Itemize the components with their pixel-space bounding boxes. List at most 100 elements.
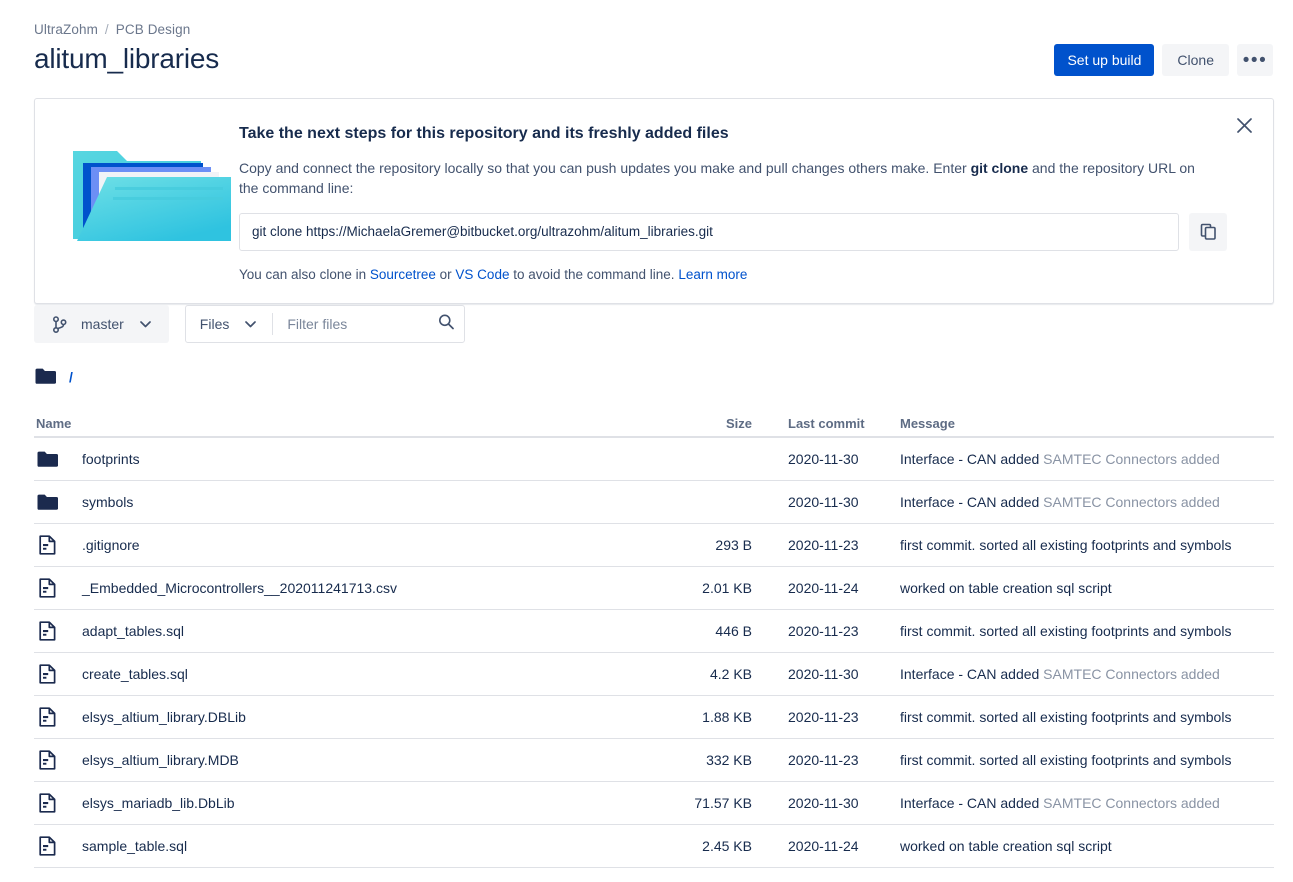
- files-view-label: Files: [200, 316, 230, 332]
- learn-more-link[interactable]: Learn more: [678, 267, 747, 282]
- commit-message-main[interactable]: Interface - CAN added: [900, 795, 1039, 811]
- vscode-link[interactable]: VS Code: [455, 267, 509, 282]
- path-root-separator[interactable]: /: [69, 369, 73, 385]
- banner-footer-before: You can also clone in: [239, 267, 370, 282]
- copy-icon[interactable]: [1189, 213, 1227, 251]
- cell-last-commit: 2020-11-24: [752, 838, 880, 854]
- file-icon: [36, 793, 58, 813]
- cell-name: .gitignore: [34, 535, 694, 555]
- breadcrumb-path: /: [34, 368, 73, 385]
- source-toolbar: master Files: [34, 305, 465, 343]
- cell-message: worked on table creation sql script: [880, 580, 1274, 596]
- cell-last-commit: 2020-11-30: [752, 666, 880, 682]
- file-icon: [36, 664, 58, 684]
- sourcetree-link[interactable]: Sourcetree: [370, 267, 436, 282]
- cell-size: 446 B: [694, 623, 752, 639]
- cell-last-commit: 2020-11-24: [752, 580, 880, 596]
- table-row[interactable]: create_tables.sql4.2 KB2020-11-30Interfa…: [34, 653, 1274, 696]
- commit-message-main[interactable]: first commit. sorted all existing footpr…: [900, 623, 1231, 639]
- file-icon: [36, 750, 58, 770]
- file-name-link[interactable]: elsys_mariadb_lib.DbLib: [82, 795, 235, 811]
- file-name-link[interactable]: create_tables.sql: [82, 666, 188, 682]
- banner-description: Copy and connect the repository locally …: [239, 158, 1214, 199]
- breadcrumb: UltraZohm / PCB Design: [34, 22, 190, 37]
- file-name-link[interactable]: footprints: [82, 451, 140, 467]
- commit-message-main[interactable]: first commit. sorted all existing footpr…: [900, 752, 1231, 768]
- banner-title: Take the next steps for this repository …: [239, 125, 1227, 143]
- clone-button[interactable]: Clone: [1162, 44, 1229, 76]
- cell-last-commit: 2020-11-30: [752, 494, 880, 510]
- files-view-dropdown[interactable]: Files: [186, 306, 273, 342]
- cell-last-commit: 2020-11-30: [752, 451, 880, 467]
- file-icon: [36, 836, 58, 856]
- cell-last-commit: 2020-11-30: [752, 795, 880, 811]
- cell-name: sample_table.sql: [34, 836, 694, 856]
- clone-command-input[interactable]: [239, 213, 1179, 251]
- breadcrumb-project[interactable]: PCB Design: [116, 22, 191, 37]
- chevron-down-icon: [135, 321, 157, 328]
- banner-footer-mid: or: [436, 267, 456, 282]
- cell-name: create_tables.sql: [34, 664, 694, 684]
- file-icon: [36, 707, 58, 727]
- cell-name: _Embedded_Microcontrollers__202011241713…: [34, 578, 694, 598]
- commit-message-main[interactable]: Interface - CAN added: [900, 451, 1039, 467]
- files-filter-group: Files: [185, 305, 465, 343]
- file-name-link[interactable]: elsys_altium_library.MDB: [82, 752, 239, 768]
- folder-icon: [36, 494, 58, 511]
- filter-files-input[interactable]: [273, 306, 463, 342]
- table-row[interactable]: symbols 2020-11-30 Interface - CAN added S…: [34, 481, 1274, 524]
- commit-message-main[interactable]: first commit. sorted all existing footpr…: [900, 709, 1231, 725]
- file-name-link[interactable]: .gitignore: [82, 537, 140, 553]
- cell-name: adapt_tables.sql: [34, 621, 694, 641]
- cell-size: 293 B: [694, 537, 752, 553]
- cell-size: 1.88 KB: [694, 709, 752, 725]
- file-name-link[interactable]: adapt_tables.sql: [82, 623, 184, 639]
- file-table: Name Size Last commit Message footprints…: [34, 410, 1274, 868]
- banner-footer: You can also clone in Sourcetree or VS C…: [239, 267, 1227, 282]
- file-name-link[interactable]: symbols: [82, 494, 133, 510]
- chevron-down-icon: [239, 321, 261, 328]
- cell-message: Interface - CAN added SAMTEC Connectors …: [880, 451, 1274, 467]
- table-row[interactable]: elsys_altium_library.MDB332 KB2020-11-23…: [34, 739, 1274, 782]
- table-row[interactable]: adapt_tables.sql 446 B2020-11-23 first com…: [34, 610, 1274, 653]
- branch-selector[interactable]: master: [34, 305, 169, 343]
- more-actions-button[interactable]: •••: [1237, 44, 1273, 76]
- table-row[interactable]: .gitignore 293 B2020-11-23 first commit. s…: [34, 524, 1274, 567]
- commit-message-main[interactable]: worked on table creation sql script: [900, 838, 1112, 854]
- search-icon[interactable]: [438, 314, 454, 335]
- commit-message-sub: SAMTEC Connectors added: [1039, 494, 1220, 510]
- banner-body: Take the next steps for this repository …: [239, 125, 1227, 282]
- cell-size: 2.01 KB: [694, 580, 752, 596]
- column-header-size: Size: [694, 416, 752, 431]
- table-row[interactable]: _Embedded_Microcontrollers__202011241713…: [34, 567, 1274, 610]
- file-icon: [36, 535, 58, 555]
- table-row[interactable]: sample_table.sql 2.45 KB2020-11-24 worked …: [34, 825, 1274, 868]
- file-name-link[interactable]: _Embedded_Microcontrollers__202011241713…: [82, 580, 397, 596]
- file-icon: [36, 621, 58, 641]
- file-icon: [36, 578, 58, 598]
- cell-last-commit: 2020-11-23: [752, 537, 880, 553]
- cell-name: elsys_mariadb_lib.DbLib: [34, 793, 694, 813]
- set-up-build-button[interactable]: Set up build: [1054, 44, 1154, 76]
- cell-last-commit: 2020-11-23: [752, 623, 880, 639]
- breadcrumb-workspace[interactable]: UltraZohm: [34, 22, 98, 37]
- folder-icon: [34, 368, 56, 385]
- header-actions: Set up build Clone •••: [1054, 44, 1273, 76]
- commit-message-main[interactable]: Interface - CAN added: [900, 666, 1039, 682]
- column-header-name: Name: [34, 416, 694, 431]
- commit-message-main[interactable]: worked on table creation sql script: [900, 580, 1112, 596]
- commit-message-sub: SAMTEC Connectors added: [1039, 451, 1220, 467]
- cell-size: 2.45 KB: [694, 838, 752, 854]
- file-name-link[interactable]: sample_table.sql: [82, 838, 187, 854]
- cell-message: Interface - CAN added SAMTEC Connectors …: [880, 795, 1274, 811]
- branch-icon: [48, 316, 70, 333]
- banner-footer-after: to avoid the command line.: [509, 267, 678, 282]
- table-row[interactable]: footprints2020-11-30Interface - CAN adde…: [34, 438, 1274, 481]
- table-row[interactable]: elsys_altium_library.DBLib1.88 KB2020-11…: [34, 696, 1274, 739]
- commit-message-main[interactable]: Interface - CAN added: [900, 494, 1039, 510]
- cell-name: footprints: [34, 451, 694, 468]
- file-name-link[interactable]: elsys_altium_library.DBLib: [82, 709, 246, 725]
- table-row[interactable]: elsys_mariadb_lib.DbLib71.57 KB2020-11-3…: [34, 782, 1274, 825]
- commit-message-main[interactable]: first commit. sorted all existing footpr…: [900, 537, 1231, 553]
- close-icon[interactable]: [1229, 110, 1259, 140]
